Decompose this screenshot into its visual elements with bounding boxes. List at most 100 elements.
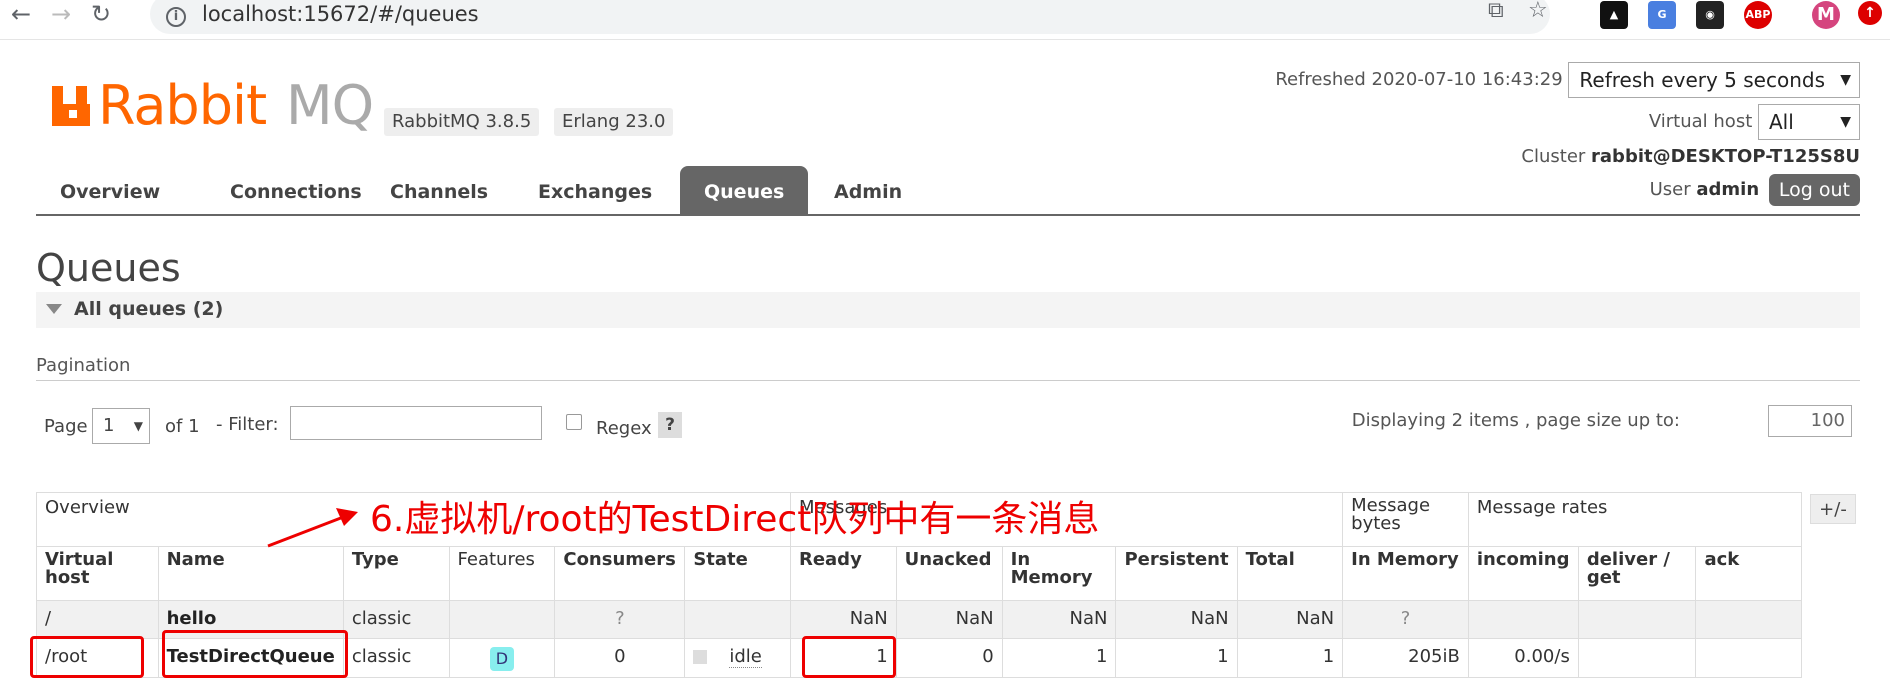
chevron-down-icon: ▼ [1840, 114, 1851, 130]
group-header-message-bytes: Message bytes [1342, 492, 1469, 547]
col-state[interactable]: State [684, 546, 791, 601]
page-number-value: 1 [103, 415, 115, 436]
refresh-controls: Refreshed 2020-07-10 16:43:29 Refresh ev… [1275, 62, 1860, 98]
col-consumers[interactable]: Consumers [554, 546, 686, 601]
address-bar[interactable]: i localhost:15672/#/queues ⧉ ☆ [150, 0, 1550, 34]
col-unacked[interactable]: Unacked [895, 546, 1003, 601]
group-header-message-rates: Message rates [1467, 492, 1803, 547]
state-indicator-icon [693, 650, 708, 664]
back-arrow-icon[interactable]: ← [6, 0, 36, 30]
tab-connections[interactable]: Connections [206, 166, 386, 216]
all-queues-label: All queues (2) [74, 298, 224, 320]
cell-persistent: 1 [1115, 638, 1238, 678]
col-ack[interactable]: ack [1695, 546, 1802, 601]
virtual-host-label: Virtual host [1648, 111, 1753, 132]
cluster-info: Cluster rabbit@DESKTOP-T125S8U [1521, 146, 1860, 167]
address-url[interactable]: localhost:15672/#/queues [202, 2, 479, 26]
col-total[interactable]: Total [1236, 546, 1344, 601]
cell-incoming: 0.00/s [1467, 638, 1579, 678]
col-incoming[interactable]: incoming [1467, 546, 1579, 601]
highlight-vhost-root [30, 636, 144, 678]
cell-consumers: 0 [554, 638, 686, 678]
col-ready[interactable]: Ready [789, 546, 897, 601]
cell-ack [1695, 600, 1802, 639]
cell-in-memory: 1 [1001, 638, 1117, 678]
tab-channels[interactable]: Channels [366, 166, 512, 216]
cell-total: NaN [1236, 600, 1344, 639]
adblock-ext-icon[interactable]: ABP [1744, 1, 1772, 29]
col-persistent[interactable]: Persistent [1115, 546, 1238, 601]
forward-arrow-icon[interactable]: → [46, 0, 76, 30]
rabbitmq-logo-mark-icon [52, 86, 90, 126]
cell-bytes-in-memory: 205iB [1342, 638, 1469, 678]
regex-checkbox[interactable] [566, 414, 582, 430]
extension-icon[interactable]: ▲ [1600, 1, 1628, 29]
cell-ack [1695, 638, 1802, 678]
cell-features [448, 600, 556, 639]
column-toggle-button[interactable]: +/- [1810, 494, 1856, 524]
tab-admin[interactable]: Admin [810, 166, 926, 216]
tab-queues[interactable]: Queues [680, 166, 809, 216]
collapse-triangle-icon [46, 304, 62, 314]
page-number-select[interactable]: 1 ▼ [92, 408, 150, 444]
cell-total: 1 [1236, 638, 1344, 678]
virtual-host-select[interactable]: All ▼ [1758, 104, 1860, 140]
regex-label: Regex [596, 418, 652, 439]
cell-bytes-in-memory: ? [1342, 600, 1469, 639]
cell-in-memory: NaN [1001, 600, 1117, 639]
cell-state: idle [684, 638, 791, 678]
main-nav-tabs: Overview Connections Channels Exchanges … [36, 166, 1860, 216]
cell-unacked: NaN [895, 600, 1003, 639]
site-info-icon[interactable]: i [166, 7, 186, 27]
col-name[interactable]: Name [157, 546, 344, 601]
cell-ready: NaN [789, 600, 897, 639]
col-features[interactable]: Features [448, 546, 556, 601]
col-bytes-in-memory[interactable]: In Memory [1342, 546, 1469, 601]
cell-deliver-get [1577, 638, 1697, 678]
cell-deliver-get [1577, 600, 1697, 639]
cell-features: D [448, 638, 556, 678]
page-title: Queues [36, 246, 181, 290]
browser-toolbar: ← → ↻ i localhost:15672/#/queues ⧉ ☆ ▲ G… [0, 0, 1890, 40]
cell-vhost: / [36, 600, 159, 639]
tab-exchanges[interactable]: Exchanges [514, 166, 676, 216]
chevron-down-icon: ▼ [133, 419, 143, 433]
bookmark-star-icon[interactable]: ☆ [1528, 0, 1548, 23]
col-deliver-get[interactable]: deliver / get [1577, 546, 1697, 601]
page-of-label: of 1 [165, 416, 200, 437]
tab-overview[interactable]: Overview [36, 166, 184, 216]
col-type[interactable]: Type [342, 546, 450, 601]
virtual-host-value: All [1769, 110, 1794, 134]
refreshed-timestamp: Refreshed 2020-07-10 16:43:29 [1275, 69, 1563, 90]
cell-state [684, 600, 791, 639]
translate-icon[interactable]: ⧉ [1488, 0, 1504, 23]
reload-icon[interactable]: ↻ [86, 0, 116, 30]
cluster-name: rabbit@DESKTOP-T125S8U [1591, 146, 1860, 167]
refresh-interval-select[interactable]: Refresh every 5 seconds ▼ [1568, 62, 1860, 98]
filter-input[interactable] [290, 406, 542, 440]
col-virtual-host[interactable]: Virtual host [36, 546, 159, 601]
highlight-ready-count [802, 636, 896, 678]
pagination-header: Pagination [36, 355, 1860, 381]
chevron-down-icon: ▼ [1840, 72, 1851, 88]
incognito-ext-icon[interactable]: ◉ [1696, 1, 1724, 29]
all-queues-section-toggle[interactable]: All queues (2) [36, 292, 1860, 328]
rabbitmq-version-badge: RabbitMQ 3.8.5 [384, 108, 540, 136]
cell-type: classic [342, 600, 450, 639]
profile-avatar[interactable]: M [1812, 1, 1840, 29]
regex-help-button[interactable]: ? [658, 412, 682, 438]
cluster-label: Cluster [1521, 146, 1586, 167]
page-label: Page [44, 416, 88, 437]
update-icon[interactable]: ↑ [1858, 1, 1882, 25]
google-translate-ext-icon[interactable]: G [1648, 1, 1676, 29]
highlight-queue-name [162, 630, 348, 678]
col-in-memory[interactable]: In Memory [1001, 546, 1117, 601]
cell-unacked: 0 [895, 638, 1003, 678]
state-text: idle [729, 646, 762, 668]
display-items-info: Displaying 2 items , page size up to: [1351, 410, 1680, 431]
cell-type: classic [342, 638, 450, 678]
erlang-version-badge: Erlang 23.0 [554, 108, 674, 136]
cell-consumers: ? [554, 600, 686, 639]
filter-label: - Filter: [216, 414, 279, 435]
page-size-input[interactable]: 100 [1768, 405, 1852, 437]
